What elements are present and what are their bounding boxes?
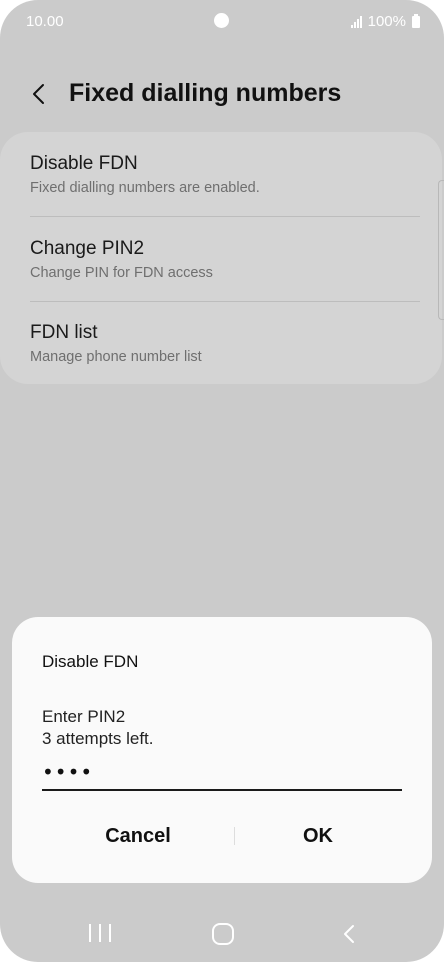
setting-disable-fdn[interactable]: Disable FDN Fixed dialling numbers are e… — [0, 132, 442, 216]
page-title: Fixed dialling numbers — [69, 79, 342, 107]
back-button[interactable] — [26, 80, 56, 110]
ok-button[interactable]: OK — [228, 813, 408, 859]
nav-back-chevron-icon — [344, 925, 354, 943]
setting-subtitle: Fixed dialling numbers are enabled. — [30, 180, 260, 196]
dialog-message: Enter PIN2 3 attempts left. — [42, 706, 154, 750]
recent-apps-icon[interactable] — [89, 924, 111, 944]
battery-percent: 100% — [367, 13, 406, 30]
setting-subtitle: Manage phone number list — [30, 349, 202, 365]
signal-icon — [350, 15, 362, 28]
setting-change-pin2[interactable]: Change PIN2 Change PIN for FDN access — [0, 217, 442, 301]
status-time: 10.00 — [26, 13, 64, 30]
settings-card: Disable FDN Fixed dialling numbers are e… — [0, 132, 442, 384]
home-icon[interactable] — [212, 923, 234, 945]
setting-title: Change PIN2 — [30, 238, 145, 259]
battery-icon — [412, 13, 420, 28]
navigation-bar — [0, 906, 444, 962]
pin-dialog: Disable FDN Enter PIN2 3 attempts left. … — [12, 617, 432, 883]
back-icon[interactable] — [338, 922, 362, 946]
status-right: 100% — [350, 13, 420, 30]
cancel-button[interactable]: Cancel — [48, 813, 228, 859]
phone-screen: 10.00 100% Fixed dialling numbers Disabl… — [0, 0, 444, 962]
app-header: Fixed dialling numbers — [0, 70, 444, 120]
setting-subtitle: Change PIN for FDN access — [30, 265, 213, 281]
status-bar: 10.00 100% — [0, 0, 444, 44]
dialog-title: Disable FDN — [42, 652, 139, 671]
attempts-left-text: 3 attempts left. — [42, 729, 154, 748]
front-camera — [214, 13, 229, 28]
scrollbar[interactable] — [438, 180, 444, 320]
dialog-message-line: Enter PIN2 — [42, 707, 126, 726]
setting-title: FDN list — [30, 322, 98, 343]
setting-title: Disable FDN — [30, 153, 138, 174]
pin2-input[interactable] — [42, 755, 402, 791]
chevron-left-icon — [33, 84, 44, 104]
setting-fdn-list[interactable]: FDN list Manage phone number list — [0, 302, 442, 386]
